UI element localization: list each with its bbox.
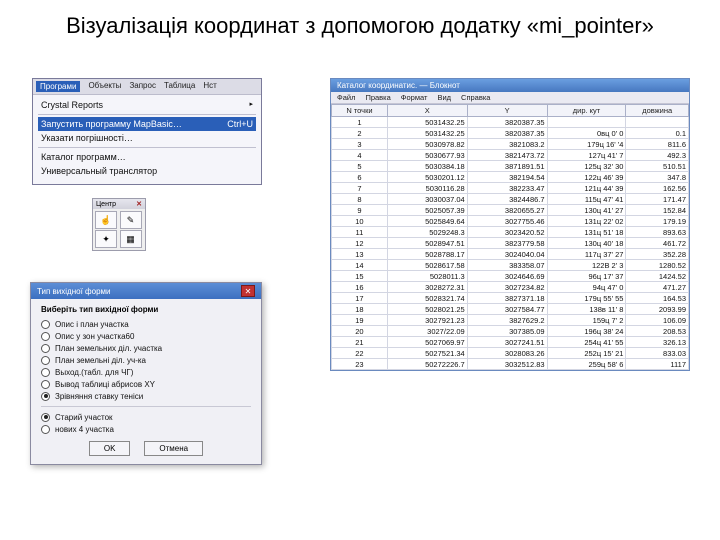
table-row: 2350272226.73032512.83259ц 58' 61117 <box>332 359 689 370</box>
table-row: 95025057.393820655.27130ц 41' 27152.84 <box>332 205 689 216</box>
radio-icon[interactable] <box>41 425 50 434</box>
notepad-titlebar: Каталог координатис. — Блокнот <box>331 79 689 92</box>
menu-edit[interactable]: Правка <box>365 93 390 102</box>
menu-file[interactable]: Файл <box>337 93 355 102</box>
submenu-arrow-icon: ▸ <box>249 100 253 110</box>
dropdown-panel: Crystal Reports ▸ Запустить программу Ma… <box>33 94 261 184</box>
table-row: 105025849.643027755.46131ц 22' 02179.19 <box>332 216 689 227</box>
menubar-item-query[interactable]: Запрос <box>129 81 156 92</box>
close-icon[interactable]: ✕ <box>241 285 255 297</box>
radio-icon[interactable] <box>41 380 50 389</box>
tool-pointer-icon[interactable]: ☝ <box>95 211 117 229</box>
menu-separator <box>38 114 256 115</box>
menu-format[interactable]: Формат <box>401 93 428 102</box>
menu-bar[interactable]: Програми Объекты Запрос Таблица Нст <box>33 79 261 94</box>
table-row: 145028617.58383358.07122В 2' 31280.52 <box>332 260 689 271</box>
table-row: 83030037.043824486.7115ц 47' 41171.47 <box>332 194 689 205</box>
radio-opt-6[interactable]: Вывод таблиці абрисов XY <box>41 378 251 390</box>
coordinates-notepad: Каталог координатис. — Блокнот Файл Прав… <box>330 78 690 371</box>
radio-area-new4[interactable]: нових 4 участка <box>41 423 251 435</box>
menu-separator <box>38 147 256 148</box>
table-row: 135028788.173024040.04117ц 37' 27352.28 <box>332 249 689 260</box>
table-row: 225027521.343028083.26252ц 15' 21833.03 <box>332 348 689 359</box>
dialog-prompt: Виберіть тип вихідної форми <box>41 305 251 314</box>
menu-help[interactable]: Справка <box>461 93 490 102</box>
dialog-buttons: OK Отмена <box>41 441 251 456</box>
table-row: 203027/22.09307385.09196ц 38' 24208.53 <box>332 326 689 337</box>
right-area: Каталог координатис. — Блокнот Файл Прав… <box>330 78 690 371</box>
table-row: 125028947.513823779.58130ц 40' 18461.72 <box>332 238 689 249</box>
radio-opt-4[interactable]: План земельні діл. уч-ка <box>41 354 251 366</box>
radio-icon[interactable] <box>41 344 50 353</box>
dialog-separator <box>41 406 251 407</box>
menu-item-crystal[interactable]: Crystal Reports ▸ <box>38 98 256 112</box>
toolbox-window: Центр ✕ ☝ ✎ ✦ ▦ <box>92 198 146 251</box>
menubar-item-objects[interactable]: Объекты <box>88 81 121 92</box>
table-row: 163028272.313027234.8294ц 47' 0471.27 <box>332 282 689 293</box>
coordinates-table: N точки X Y дир. кут довжина 15031432.25… <box>331 104 689 370</box>
table-row: 15031432.253820387.35 <box>332 117 689 128</box>
menubar-item-programs[interactable]: Програми <box>36 81 80 92</box>
col-len: довжина <box>626 105 689 117</box>
table-row: 55030384.183871891.51125ц 32' 30510.51 <box>332 161 689 172</box>
table-row: 155028011.33024646.6996ц 17' 371424.52 <box>332 271 689 282</box>
tool-pencil-icon[interactable]: ✎ <box>120 211 142 229</box>
menubar-item-nst[interactable]: Нст <box>203 81 216 92</box>
col-npoint: N точки <box>332 105 388 117</box>
radio-area-old[interactable]: Старий участок <box>41 411 251 423</box>
table-row: 115029248.33023420.52131ц 51' 18893.63 <box>332 227 689 238</box>
radio-opt-3[interactable]: План земельних діл. участка <box>41 342 251 354</box>
menu-item-translator[interactable]: Универсальный транслятор <box>38 164 256 178</box>
app-menu-window: Програми Объекты Запрос Таблица Нст Crys… <box>32 78 262 185</box>
close-icon[interactable]: ✕ <box>136 200 142 208</box>
menubar-item-table[interactable]: Таблица <box>164 81 195 92</box>
slide-title: Візуалізація координат з допомогою додат… <box>0 0 720 44</box>
radio-icon[interactable] <box>41 392 50 401</box>
table-row: 185028021.253027584.77138в 11' 82093.99 <box>332 304 689 315</box>
dialog-body: Виберіть тип вихідної форми Опис і план … <box>31 299 261 464</box>
menu-view[interactable]: Вид <box>437 93 451 102</box>
radio-icon[interactable] <box>41 320 50 329</box>
radio-icon[interactable] <box>41 368 50 377</box>
table-row: 45030677.933821473.72127ц 41' 7492.3 <box>332 150 689 161</box>
table-row: 35030978.823821083.2179ц 16' '4811.6 <box>332 139 689 150</box>
radio-icon[interactable] <box>41 356 50 365</box>
left-area: Програми Объекты Запрос Таблица Нст Crys… <box>32 78 262 185</box>
radio-opt-5[interactable]: Выход.(табл. для ЧГ) <box>41 366 251 378</box>
dialog-titlebar: Тип вихідної форми ✕ <box>31 283 261 299</box>
radio-opt-1[interactable]: Опис і план участка <box>41 318 251 330</box>
col-dir: дир. кут <box>547 105 626 117</box>
radio-opt-2[interactable]: Опис у зон участка60 <box>41 330 251 342</box>
menu-item-errors[interactable]: Указати погрішності… <box>38 131 256 145</box>
tool-star-icon[interactable]: ✦ <box>95 230 117 248</box>
menu-item-run-mapbasic[interactable]: Запустить программу MapBasic… Ctrl+U <box>38 117 256 131</box>
ok-button[interactable]: OK <box>89 441 131 456</box>
output-form-dialog: Тип вихідної форми ✕ Виберіть тип вихідн… <box>30 282 262 465</box>
table-row: 193027921.233827629.2159ц 7' 2106.09 <box>332 315 689 326</box>
toolbox-titlebar: Центр ✕ <box>93 199 145 209</box>
col-y: Y <box>467 105 547 117</box>
radio-opt-7[interactable]: Зрівняння ставку теніси <box>41 390 251 402</box>
cancel-button[interactable]: Отмена <box>144 441 203 456</box>
notepad-menubar[interactable]: Файл Правка Формат Вид Справка <box>331 92 689 104</box>
menu-item-catalog[interactable]: Каталог программ… <box>38 150 256 164</box>
table-row: 175028321.743827371.18179ц 55' 55164.53 <box>332 293 689 304</box>
radio-icon[interactable] <box>41 413 50 422</box>
col-x: X <box>387 105 467 117</box>
radio-icon[interactable] <box>41 332 50 341</box>
toolbox-grid: ☝ ✎ ✦ ▦ <box>93 209 145 250</box>
table-row: 215027069.973027241.51254ц 41' 55326.13 <box>332 337 689 348</box>
table-row: 75030116.28382233.47121ц 44' 39162.56 <box>332 183 689 194</box>
table-row: 25031432.253820387.350вц 0' 00.1 <box>332 128 689 139</box>
table-row: 65030201.12382194.54122ц 46' 39347.8 <box>332 172 689 183</box>
tool-grid-icon[interactable]: ▦ <box>120 230 142 248</box>
table-header-row: N точки X Y дир. кут довжина <box>332 105 689 117</box>
